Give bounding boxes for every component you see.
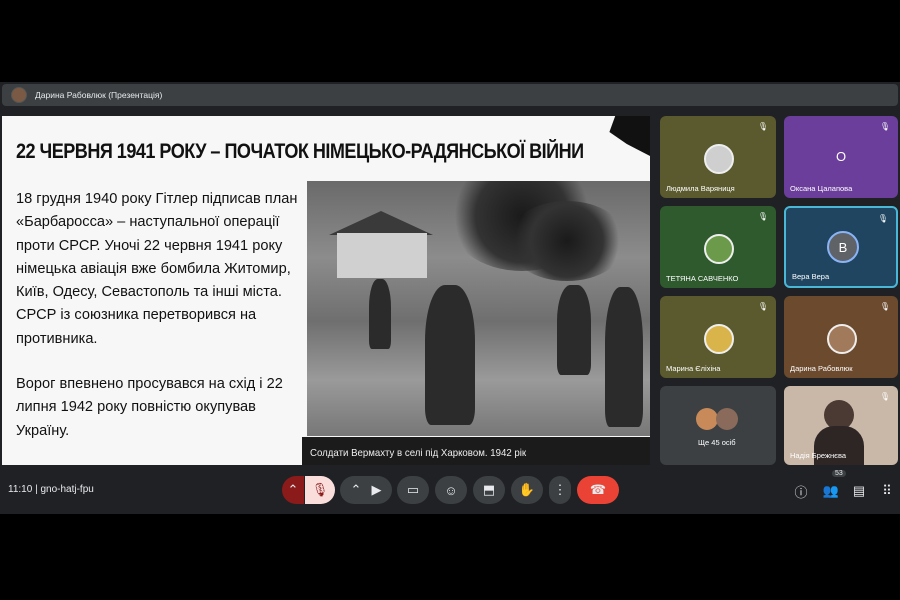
meeting-code: gno-hatj-fpu <box>40 484 94 495</box>
people-count-badge: 53 <box>832 470 846 477</box>
participant-name: Марина Єліхіна <box>666 364 721 373</box>
chat-button[interactable]: ▤ <box>848 480 870 502</box>
participant-avatar <box>704 234 734 264</box>
participant-tile-active[interactable]: В 🎙 Вера Вера <box>784 206 898 288</box>
camera-button[interactable]: ⌃ ▶ <box>340 476 392 504</box>
audio-options-chevron[interactable]: ⌃ <box>282 476 304 504</box>
control-bar: 11:10 | gno-hatj-fpu ⌃ 🎙 ⌃ ▶ ▭ ☺ ⬒ ✋ ⋮ ☎ … <box>0 470 900 512</box>
participant-tile[interactable]: 🎙 ТЕТЯНА САВЧЕНКО <box>660 206 776 288</box>
slide-title: 22 ЧЕРВНЯ 1941 РОКУ – ПОЧАТОК НІМЕЦЬКО-Р… <box>16 140 584 163</box>
presentation-slide: 22 ЧЕРВНЯ 1941 РОКУ – ПОЧАТОК НІМЕЦЬКО-Р… <box>2 116 650 465</box>
presenter-avatar <box>11 87 27 103</box>
mic-off-icon: 🎙 <box>879 302 890 311</box>
video-options-chevron: ⌃ <box>350 482 362 497</box>
raise-hand-button[interactable]: ✋ <box>511 476 543 504</box>
participant-avatar: В <box>827 231 859 263</box>
participant-name: ТЕТЯНА САВЧЕНКО <box>666 274 739 283</box>
emoji-button[interactable]: ☺ <box>435 476 467 504</box>
participant-name: Вера Вера <box>792 272 830 281</box>
more-options-button[interactable]: ⋮ <box>549 476 571 504</box>
participant-avatar <box>704 324 734 354</box>
mic-off-icon: 🎙 <box>757 212 768 221</box>
participant-name: Людмила Варяниця <box>666 184 735 193</box>
more-participants-label: Ще 45 осіб <box>698 438 736 447</box>
more-participants-tile[interactable]: Ще 45 осіб <box>660 386 776 465</box>
participant-avatar <box>716 408 738 430</box>
meet-window: Дарина Рабовлюк (Презентація) 22 ЧЕРВНЯ … <box>0 82 900 514</box>
participant-avatar <box>696 408 718 430</box>
meeting-time: 11:10 | gno-hatj-fpu <box>8 484 94 495</box>
participant-name: Дарина Рабовлюк <box>790 364 853 373</box>
people-button[interactable]: 👥 <box>820 480 842 502</box>
participant-tile[interactable]: 🎙 Людмила Варяниця <box>660 116 776 198</box>
presenter-title: Дарина Рабовлюк (Презентація) <box>35 90 163 100</box>
participant-avatar <box>827 324 857 354</box>
participant-avatar: О <box>827 142 855 170</box>
slide-paragraph-2: Ворог впевнено просувався на схід і 22 л… <box>16 376 283 439</box>
participant-avatar <box>704 144 734 174</box>
mic-off-icon: 🎙 <box>879 392 890 401</box>
end-call-button[interactable]: ☎ <box>577 476 619 504</box>
participant-name: Оксана Цалапова <box>790 184 853 193</box>
war-photo <box>307 181 650 436</box>
captions-button[interactable]: ▭ <box>397 476 429 504</box>
participant-tile[interactable]: О 🎙 Оксана Цалапова <box>784 116 898 198</box>
photo-caption: Солдати Вермахту в селі під Харковом. 19… <box>310 447 527 459</box>
slide-paragraph-1: 18 грудня 1940 року Гітлер підписав план… <box>16 191 298 347</box>
mic-off-icon: 🎙 <box>879 122 890 131</box>
mic-muted-button[interactable]: 🎙 <box>305 476 335 504</box>
present-button[interactable]: ⬒ <box>473 476 505 504</box>
mic-off-icon: 🎙 <box>757 302 768 311</box>
mic-off-icon: 🎙 <box>877 214 888 223</box>
mic-off-icon: 🎙 <box>757 122 768 131</box>
participant-tile[interactable]: 🎙 Дарина Рабовлюк <box>784 296 898 378</box>
meeting-info-button[interactable]: ⓘ <box>790 480 812 502</box>
participant-tile[interactable]: 🎙 Надія Брежнєва <box>784 386 898 465</box>
participant-name: Надія Брежнєва <box>790 451 847 460</box>
participant-tile[interactable]: 🎙 Марина Єліхіна <box>660 296 776 378</box>
presentation-header: Дарина Рабовлюк (Презентація) <box>2 84 898 106</box>
activities-button[interactable]: ⠿ <box>876 480 898 502</box>
camera-icon: ▶ <box>371 482 382 497</box>
